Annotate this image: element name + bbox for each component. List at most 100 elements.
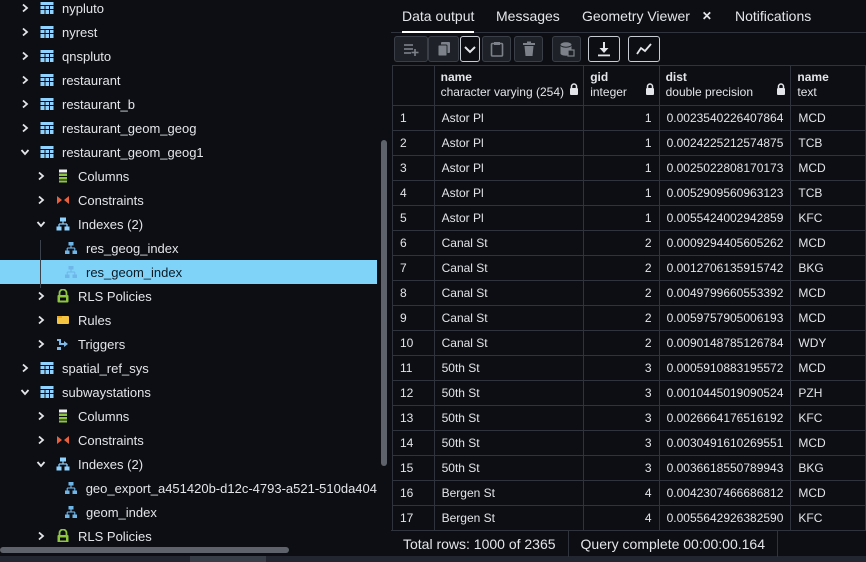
name-cell[interactable]: Astor Pl [433,105,585,131]
chevron-right-icon[interactable] [36,308,46,332]
gid-cell[interactable]: 1 [583,205,660,231]
table-row[interactable]: 11 50th St 3 0.0005910883195572 MCD [392,355,866,381]
tree-item-qnspluto[interactable]: qnspluto [0,44,377,68]
name-cell[interactable]: Canal St [433,330,585,356]
dist-cell[interactable]: 0.0010445019090524 [658,380,792,406]
dist-cell[interactable]: 0.0049799660553392 [658,280,792,306]
table-row[interactable]: 6 Canal St 2 0.0009294405605262 MCD [392,230,866,256]
gid-cell[interactable]: 3 [583,405,660,431]
gid-cell[interactable]: 2 [583,305,660,331]
name-cell[interactable]: Bergen St [433,480,585,506]
gid-cell[interactable]: 3 [583,430,660,456]
chevron-right-icon[interactable] [20,68,30,92]
copy-button[interactable] [428,36,459,62]
row-number-cell[interactable]: 8 [392,280,435,306]
gid-cell[interactable]: 1 [583,155,660,181]
tab-messages[interactable]: Messages [496,0,560,32]
dist-cell[interactable]: 0.0052909560963123 [658,180,792,206]
tree-item-subwaystations[interactable]: subwaystations [0,380,377,404]
tree-item-constraints[interactable]: Constraints [0,428,377,452]
row-number-cell[interactable]: 9 [392,305,435,331]
dist-cell[interactable]: 0.0009294405605262 [658,230,792,256]
tree-item-res-geog-index[interactable]: res_geog_index [0,236,377,260]
tree-vertical-scroll-thumb[interactable] [381,140,387,466]
name-cell[interactable]: Astor Pl [433,155,585,181]
name-cell[interactable]: 50th St [433,405,585,431]
dist-cell[interactable]: 0.0024225212574875 [658,130,792,156]
tree-item-restaurant[interactable]: restaurant [0,68,377,92]
restaurant-name-cell[interactable]: MCD [790,280,866,306]
chevron-right-icon[interactable] [36,404,46,428]
restaurant-name-cell[interactable]: BKG [790,455,866,481]
gid-cell[interactable]: 1 [583,180,660,206]
table-row[interactable]: 3 Astor Pl 1 0.0025022808170173 MCD [392,155,866,181]
close-icon[interactable]: ✕ [702,9,712,23]
table-row[interactable]: 12 50th St 3 0.0010445019090524 PZH [392,380,866,406]
gid-cell[interactable]: 1 [583,105,660,131]
chevron-right-icon[interactable] [20,116,30,140]
restaurant-name-cell[interactable]: WDY [790,330,866,356]
gid-cell[interactable]: 2 [583,230,660,256]
name-cell[interactable]: 50th St [433,455,585,481]
add-row-button[interactable] [394,36,428,62]
dist-cell[interactable]: 0.0055642926382590 [658,505,792,530]
name-cell[interactable]: Astor Pl [433,130,585,156]
column-header-dist[interactable]: dist double precision [658,65,792,106]
name-cell[interactable]: Canal St [433,255,585,281]
chevron-right-icon[interactable] [20,356,30,380]
row-number-cell[interactable]: 17 [392,505,435,530]
restaurant-name-cell[interactable]: MCD [790,430,866,456]
name-cell[interactable]: 50th St [433,430,585,456]
restaurant-name-cell[interactable]: MCD [790,105,866,131]
table-row[interactable]: 8 Canal St 2 0.0049799660553392 MCD [392,280,866,306]
copy-options-dropdown[interactable] [460,36,480,62]
table-row[interactable]: 9 Canal St 2 0.0059757905006193 MCD [392,305,866,331]
column-header-name-text[interactable]: name text [790,65,866,106]
row-number-cell[interactable]: 7 [392,255,435,281]
tree-item-nypluto[interactable]: nypluto [0,0,377,20]
tree-item-nyrest[interactable]: nyrest [0,20,377,44]
tree-item-columns[interactable]: Columns [0,404,377,428]
tree-item-indexes-2[interactable]: Indexes (2) [0,212,377,236]
graph-visualiser-button[interactable] [628,36,660,62]
tree-item-restaurant-b[interactable]: restaurant_b [0,92,377,116]
dist-cell[interactable]: 0.0005910883195572 [658,355,792,381]
row-number-header[interactable] [392,65,435,106]
chevron-right-icon[interactable] [36,284,46,308]
dist-cell[interactable]: 0.0025022808170173 [658,155,792,181]
tree-item-rls-policies[interactable]: RLS Policies [0,524,377,542]
tab-notifications[interactable]: Notifications [735,0,811,32]
dist-cell[interactable]: 0.0023540226407864 [658,105,792,131]
restaurant-name-cell[interactable]: PZH [790,380,866,406]
chevron-right-icon[interactable] [20,0,30,20]
chevron-right-icon[interactable] [20,20,30,44]
tree-item-triggers[interactable]: Triggers [0,332,377,356]
restaurant-name-cell[interactable]: KFC [790,205,866,231]
row-number-cell[interactable]: 3 [392,155,435,181]
download-button[interactable] [588,36,620,62]
table-row[interactable]: 17 Bergen St 4 0.0055642926382590 KFC [392,505,866,530]
restaurant-name-cell[interactable]: KFC [790,505,866,530]
table-row[interactable]: 2 Astor Pl 1 0.0024225212574875 TCB [392,130,866,156]
tree-item-geo-export-a451420b-d12c-4793-a521-510da404[interactable]: geo_export_a451420b-d12c-4793-a521-510da… [0,476,377,500]
row-number-cell[interactable]: 11 [392,355,435,381]
row-number-cell[interactable]: 2 [392,130,435,156]
restaurant-name-cell[interactable]: TCB [790,130,866,156]
row-number-cell[interactable]: 14 [392,430,435,456]
dist-cell[interactable]: 0.0042307466686812 [658,480,792,506]
tree-item-rules[interactable]: Rules [0,308,377,332]
column-header-gid[interactable]: gid integer [583,65,660,106]
tree-item-geom-index[interactable]: geom_index [0,500,377,524]
gid-cell[interactable]: 2 [583,330,660,356]
tab-data-output[interactable]: Data output [402,0,475,33]
chevron-down-icon[interactable] [36,452,46,476]
tree-item-spatial-ref-sys[interactable]: spatial_ref_sys [0,356,377,380]
row-number-cell[interactable]: 5 [392,205,435,231]
table-row[interactable]: 13 50th St 3 0.0026664176516192 KFC [392,405,866,431]
row-number-cell[interactable]: 1 [392,105,435,131]
restaurant-name-cell[interactable]: MCD [790,155,866,181]
name-cell[interactable]: Astor Pl [433,180,585,206]
row-number-cell[interactable]: 10 [392,330,435,356]
gid-cell[interactable]: 3 [583,380,660,406]
chevron-right-icon[interactable] [36,332,46,356]
